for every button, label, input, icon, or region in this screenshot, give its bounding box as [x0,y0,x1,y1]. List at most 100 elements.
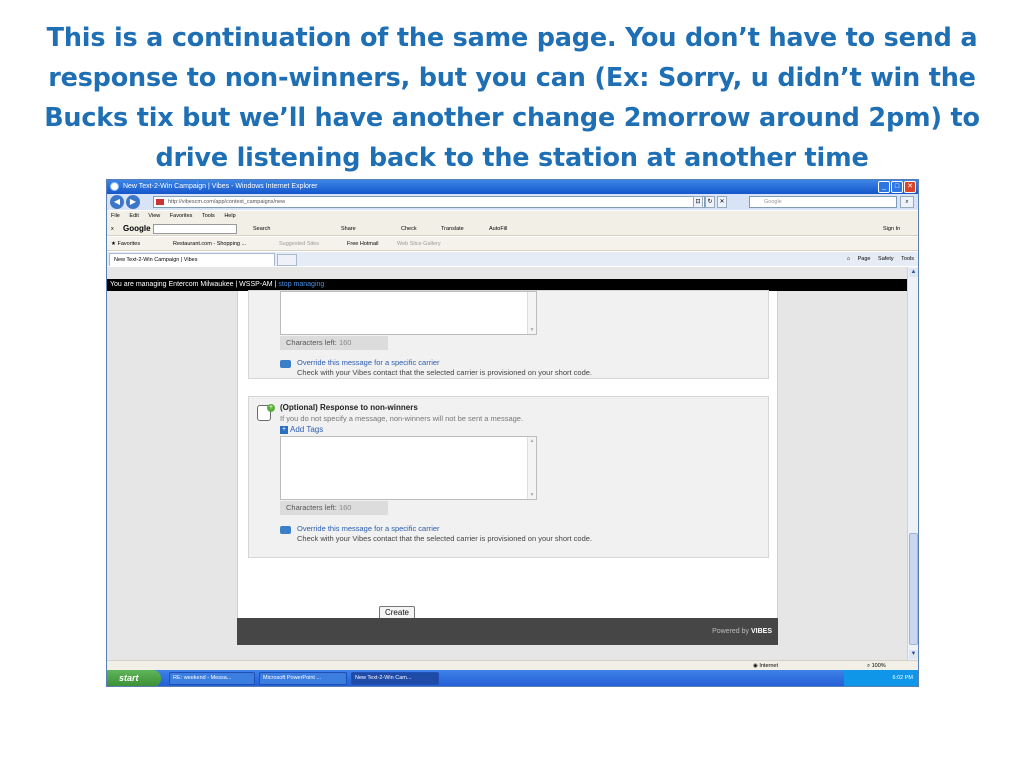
stop-managing-link[interactable]: stop managing [278,281,324,288]
speech-bubble-icon [280,526,291,534]
site-favicon-icon [156,199,164,205]
override-carrier-link[interactable]: Override this message for a specific car… [297,358,440,367]
maximize-button[interactable]: □ [891,181,903,193]
override-carrier-link[interactable]: Override this message for a specific car… [297,524,440,533]
address-text: http://vibescm.com/app/contest_campaigns… [168,199,286,205]
home-icon[interactable]: ⌂ [847,256,850,262]
back-button[interactable]: ◀ [110,195,124,209]
menu-favorites[interactable]: Favorites [170,213,193,219]
characters-left-value: 160 [338,503,352,512]
phone-add-icon: + [257,404,275,421]
characters-left-value: 160 [338,338,352,347]
override-note: Check with your Vibes contact that the s… [297,368,593,377]
favorites-label: Favorites [117,241,141,247]
favorite-restaurant[interactable]: Restaurant.com - Shopping ... [173,237,246,251]
toolbar-close-button[interactable]: x [111,222,114,236]
check-button[interactable]: Check [401,222,417,236]
tab-label: New Text-2-Win Campaign | Vibes [114,257,198,263]
menu-help[interactable]: Help [224,213,235,219]
ie-logo-icon [110,181,119,191]
scroll-thumb[interactable] [909,533,918,645]
clock: 6:02 PM [892,675,913,681]
favorites-bar: ★ Favorites Restaurant.com - Shopping ..… [107,237,918,251]
tab-active[interactable]: New Text-2-Win Campaign | Vibes [109,253,275,266]
slide-heading: This is a continuation of the same page.… [44,23,980,173]
menu-bar: File Edit View Favorites Tools Help [107,211,918,222]
google-search-input[interactable] [153,224,237,234]
textarea-scrollbar[interactable]: ▲ ▼ [527,437,536,499]
zoom-value: 100% [871,663,886,669]
scroll-up-icon[interactable]: ▲ [529,438,535,444]
zone-label: Internet [759,663,778,669]
menu-file[interactable]: File [111,213,120,219]
google-logo: Google [123,224,151,233]
favorites-button[interactable]: ★ Favorites [111,237,140,251]
sign-in-button[interactable]: Sign In [883,222,900,236]
menu-view[interactable]: View [148,213,160,219]
refresh-icon[interactable]: ↻ [705,196,715,208]
search-placeholder: Google [764,199,782,205]
status-bar: ◉ Internet ⌕ 100% [107,660,918,670]
menu-tools[interactable]: Tools [202,213,215,219]
task-ie[interactable]: New Text-2-Win Cam... [351,672,439,685]
tab-bar: New Text-2-Win Campaign | Vibes ⌂ Page S… [107,252,918,266]
start-button[interactable]: start [107,670,161,686]
favorite-hotmail[interactable]: Free Hotmail [347,237,378,251]
non-winner-response-panel: + (Optional) Response to non-winners If … [248,396,769,558]
search-icon[interactable]: ⌕ [900,196,914,208]
page-footer: Powered by VIBES [237,618,778,645]
minimize-button[interactable]: _ [878,181,890,193]
add-tags-label: Add Tags [290,425,324,434]
address-bar-row: ◀ ▶ http://vibescm.com/app/contest_campa… [107,194,918,210]
winner-response-panel: ▼ Characters left: 160 Override this mes… [248,290,769,379]
system-tray: 6:02 PM [844,670,918,686]
compat-icon[interactable]: ⊡ [693,196,703,208]
winner-message-textarea[interactable]: ▼ [280,291,537,335]
non-winner-title: (Optional) Response to non-winners [280,403,418,412]
textarea-scrollbar[interactable]: ▼ [527,292,536,334]
google-toolbar: x Google Search Share Check Translate Au… [107,222,918,236]
characters-left-label: Characters left: [286,503,337,512]
characters-left: Characters left: 160 [280,501,388,515]
page-menu[interactable]: Page [858,256,871,262]
autofill-button[interactable]: AutoFill [489,222,507,236]
share-button[interactable]: Share [341,222,356,236]
translate-button[interactable]: Translate [441,222,464,236]
new-tab-button[interactable] [277,254,297,266]
add-tags-link[interactable]: + Add Tags [280,425,323,434]
stop-icon[interactable]: ✕ [717,196,727,208]
menu-edit[interactable]: Edit [129,213,138,219]
override-note: Check with your Vibes contact that the s… [297,534,593,543]
scroll-down-icon[interactable]: ▼ [909,650,918,659]
tools-menu[interactable]: Tools [901,256,914,262]
window-titlebar: New Text-2-Win Campaign | Vibes - Window… [107,180,918,194]
scroll-up-icon[interactable]: ▲ [909,268,918,277]
search-input[interactable]: Google [749,196,897,208]
windows-taskbar: start RE: weekend - Messa... Microsoft P… [107,670,918,686]
favorite-suggested-sites[interactable]: Suggested Sites [279,237,319,251]
window-title: New Text-2-Win Campaign | Vibes - Window… [122,183,318,190]
safety-menu[interactable]: Safety [878,256,894,262]
page-top-strip [107,267,908,279]
close-window-button[interactable]: ✕ [904,181,916,193]
characters-left-label: Characters left: [286,338,337,347]
non-winner-description: If you do not specify a message, non-win… [280,414,524,423]
page-scrollbar[interactable]: ▲ ▼ [907,267,918,660]
forward-button[interactable]: ▶ [126,195,140,209]
powered-by-label: Powered by [712,628,750,635]
scroll-down-icon[interactable]: ▼ [529,327,535,333]
form-column: ▼ Characters left: 160 Override this mes… [237,290,778,620]
vibes-logo: VIBES [750,628,772,635]
google-search-button[interactable]: Search [253,222,270,236]
task-powerpoint[interactable]: Microsoft PowerPoint ... [259,672,347,685]
task-outlook[interactable]: RE: weekend - Messa... [169,672,255,685]
address-field[interactable]: http://vibescm.com/app/contest_campaigns… [153,196,705,208]
non-winner-message-textarea[interactable]: ▲ ▼ [280,436,537,500]
browser-screenshot: New Text-2-Win Campaign | Vibes - Window… [106,179,919,687]
plus-icon: + [267,404,275,412]
favorite-web-slice[interactable]: Web Slice Gallery [397,237,441,251]
add-icon: + [280,425,288,434]
characters-left: Characters left: 160 [280,336,388,350]
speech-bubble-icon [280,360,291,368]
scroll-down-icon[interactable]: ▼ [529,492,535,498]
